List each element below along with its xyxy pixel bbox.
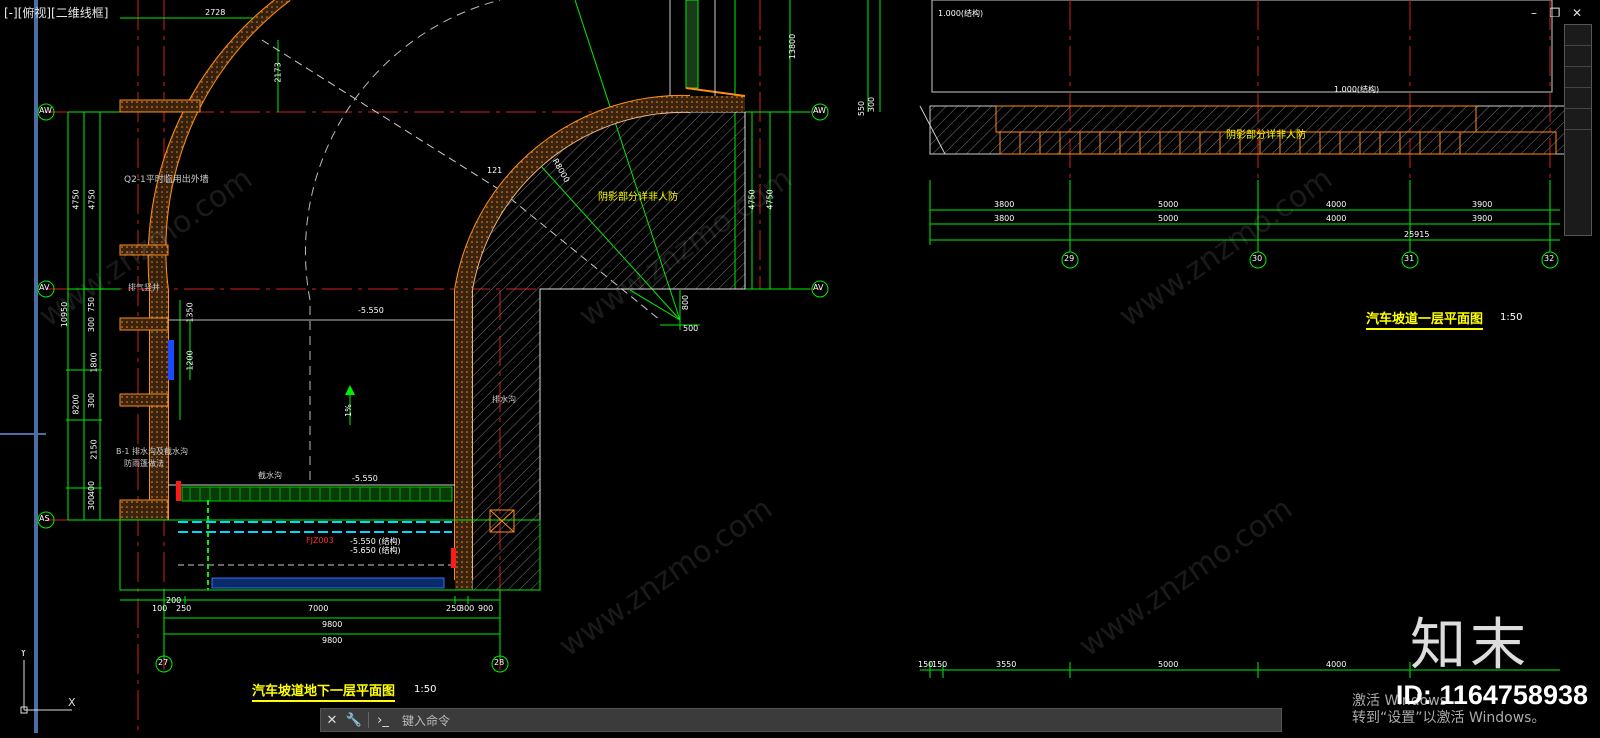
grid-bubble-label: 29 (1064, 254, 1075, 263)
grid-bubble-label: AS (39, 514, 50, 523)
level-mark: 1.000(结构) (938, 9, 984, 18)
fire-door-label: FJZ003 (306, 536, 334, 545)
dimension-text: 100 (152, 604, 168, 613)
dimension-text: 400 (87, 480, 97, 497)
grid-bubble-label: AV (39, 283, 50, 292)
dimension-text: 500 (683, 324, 699, 333)
shaded-area-note: 阴影部分详非人防 (1226, 130, 1306, 141)
dimension-text: 300 (87, 316, 97, 333)
command-input[interactable]: 键入命令 (402, 712, 450, 729)
dimension-text: 3800 (994, 200, 1015, 209)
grid-bubble-label: 30 (1252, 254, 1263, 263)
dimension-text: 1800 (89, 352, 99, 373)
dimension-text: 250 (176, 604, 192, 613)
dimension-text: 121 (487, 166, 503, 175)
dimension-text: 13800 (788, 33, 798, 60)
activation-line-2: 转到“设置”以激活 Windows。 (1352, 710, 1546, 726)
dimension-text: 550 (857, 100, 867, 117)
dimension-text: 5000 (1158, 660, 1179, 669)
customize-wrench-icon[interactable]: 🔧 (343, 709, 365, 731)
site-logo: 知末 (1410, 613, 1530, 678)
level-mark: 1.000(结构) (1334, 85, 1380, 94)
ucs-bar (34, 0, 38, 733)
dimension-text: 1350 (185, 302, 195, 323)
dimension-text: 4000 (1326, 200, 1347, 209)
resource-id: ID: 1164758938 (1395, 680, 1588, 710)
grid-bubble-label: 27 (158, 658, 169, 667)
dimension-text: 2150 (89, 439, 99, 460)
drawing-title-left: 汽车坡道地下一层平面图 (252, 680, 396, 702)
drawing-scale-left: 1:50 (414, 684, 437, 695)
separator (368, 712, 369, 728)
drawing-title-right: 汽车坡道一层平面图 (1366, 308, 1484, 330)
dimension-text: 900 (478, 604, 494, 613)
dimension-text: 4750 (71, 189, 81, 210)
dimension-text: 4750 (87, 189, 97, 210)
dimension-text: 300 (87, 494, 97, 511)
dimension-text: 300 (867, 96, 877, 113)
svg-text:Y: Y (19, 650, 27, 659)
dimension-text: 4000 (1326, 214, 1347, 223)
navigation-bar[interactable] (1564, 24, 1592, 236)
dimension-text: 3800 (994, 214, 1015, 223)
dimension-text: 3900 (1472, 214, 1493, 223)
dimension-text: 25915 (1404, 230, 1430, 239)
dimension-text: 150 (918, 660, 934, 669)
close-icon[interactable]: ✕ (1570, 6, 1584, 20)
dimension-text: 1200 (185, 350, 195, 371)
viewport-label[interactable]: [-][俯视][二维线框] (4, 4, 108, 21)
drawing-canvas[interactable] (0, 0, 1600, 733)
grid-bubble-label: 28 (494, 658, 505, 667)
dimension-text: 9800 (322, 620, 343, 629)
minimize-icon[interactable]: – (1527, 6, 1541, 20)
orbit-icon[interactable] (1565, 88, 1591, 109)
command-prompt-icon[interactable]: ›_ (372, 709, 394, 731)
drain-note: B-1 排水沟及截水沟 (116, 447, 189, 456)
gate-note: 截水沟 (258, 471, 282, 480)
shaded-area-note: 阴影部分详非人防 (598, 192, 678, 203)
dimension-text: 2728 (205, 8, 226, 17)
dimension-text: 4000 (1326, 660, 1347, 669)
grid-bubble-label: AW (813, 106, 826, 115)
dimension-text: 3900 (1472, 200, 1493, 209)
level-mark: -5.550 (358, 306, 384, 315)
wall-note: Q2-1平时临用出外墙 (124, 175, 209, 185)
level-mark: -5.650 (结构) (350, 546, 401, 555)
zoom-icon[interactable] (1565, 67, 1591, 88)
dimension-text: 5000 (1158, 200, 1179, 209)
dimension-text: 3550 (996, 660, 1017, 669)
svg-text:X: X (68, 696, 76, 709)
command-line-bar[interactable]: ✕ 🔧 ›_ 键入命令 (320, 708, 1282, 732)
dimension-text: 7000 (308, 604, 329, 613)
drain-label: 排水沟 (492, 395, 516, 404)
canopy-note: 防雨篷做法 (124, 459, 164, 468)
nav-wheel-icon[interactable] (1565, 25, 1591, 46)
dimension-text: 9800 (322, 636, 343, 645)
cad-viewport[interactable]: [-][俯视][二维线框] – ❐ ✕ AW AV AS AW AV 27 28… (0, 0, 1600, 733)
restore-icon[interactable]: ❐ (1548, 6, 1562, 20)
dimension-text: 300 (87, 392, 97, 409)
pan-icon[interactable] (1565, 46, 1591, 67)
grid-bubble-label: AV (813, 283, 824, 292)
dimension-text: 150 (932, 660, 948, 669)
grid-bubble-label: 32 (1544, 254, 1555, 263)
dimension-text: 2173 (273, 62, 283, 83)
level-mark: -5.550 (352, 474, 378, 483)
dimension-text: 5000 (1158, 214, 1179, 223)
showmotion-icon[interactable] (1565, 109, 1591, 130)
drawing-scale-right: 1:50 (1500, 312, 1523, 323)
grid-bubble-label: 31 (1404, 254, 1415, 263)
grid-bubble-label: AW (39, 106, 52, 115)
ucs-icon: Y X (19, 650, 76, 714)
dimension-text: 300 (459, 604, 475, 613)
dimension-text: 8200 (71, 394, 81, 415)
close-command-icon[interactable]: ✕ (321, 709, 343, 731)
slope-label: 1% (343, 404, 353, 417)
dimension-text: 800 (681, 294, 691, 311)
vent-note: 排气竖井 (128, 283, 160, 292)
